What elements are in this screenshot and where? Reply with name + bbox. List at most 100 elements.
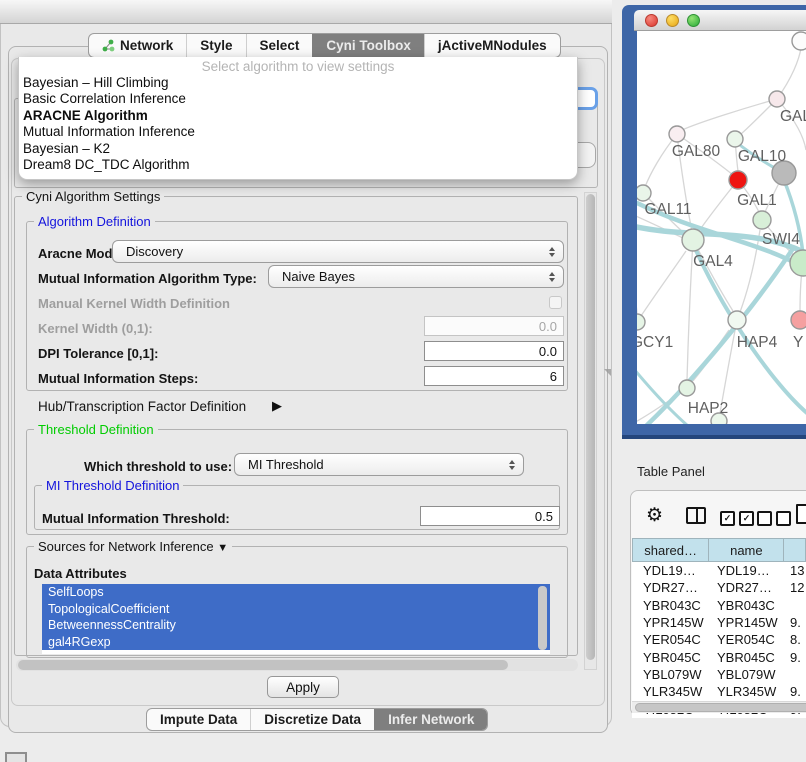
table-header-cell[interactable] (784, 538, 806, 562)
network-edge[interactable] (693, 240, 733, 311)
hub-section-label: Hub/Transcription Factor Definition (38, 399, 246, 414)
network-edge[interactable] (645, 134, 677, 187)
data-attributes-list[interactable]: SelfLoopsTopologicalCoefficientBetweenne… (42, 584, 550, 654)
algorithm-option[interactable]: Bayesian – Hill Climbing (19, 75, 577, 91)
mi-steps-field[interactable]: 6 (424, 366, 564, 386)
collapsed-panel-button[interactable] (5, 752, 27, 762)
table-cell: YDR27… (632, 579, 709, 596)
aracne-mode-combo[interactable]: Discovery (112, 240, 564, 263)
apply-label: Apply (286, 680, 320, 695)
network-node-y[interactable] (791, 311, 806, 329)
mi-type-label: Mutual Information Algorithm Type: (38, 271, 257, 286)
deselect-all-checkboxes-icon[interactable] (757, 511, 791, 526)
settings-horizontal-scrollbar-thumb[interactable] (18, 660, 508, 670)
network-edge[interactable] (637, 251, 686, 322)
algorithm-option[interactable]: ARACNE Algorithm (19, 108, 577, 124)
node-label-gcy1: GCY1 (637, 334, 673, 351)
table-row[interactable]: YBR043CYBR043C (632, 597, 806, 614)
network-edge-highlighted[interactable] (694, 246, 806, 414)
network-canvas[interactable]: GALGAL80GAL10GAL1GAL11SWI4GAL4GCY1HAP4YH… (637, 31, 806, 424)
network-tab-icon (102, 39, 115, 52)
mi-type-combo[interactable]: Naive Bayes (268, 265, 564, 288)
network-node-gal11[interactable] (637, 185, 651, 201)
network-node-gal[interactable] (769, 91, 785, 107)
table-cell: 8. (785, 631, 806, 648)
network-window-titlebar[interactable] (634, 10, 806, 31)
network-node-gal80[interactable] (669, 126, 685, 142)
document-icon[interactable] (796, 504, 806, 524)
panel-resize-handle[interactable] (604, 369, 611, 376)
node-label-gal11: GAL11 (644, 201, 691, 218)
table-cell: YBR043C (632, 597, 709, 614)
algorithm-option[interactable]: Bayesian – K2 (19, 141, 577, 157)
table-header-cell[interactable]: shared… (632, 538, 709, 562)
algorithm-option[interactable]: Basic Correlation Inference (19, 91, 577, 107)
network-node[interactable] (792, 32, 806, 50)
mi-threshold-value: 0.5 (535, 509, 553, 524)
tab-infer-network[interactable]: Infer Network (374, 709, 487, 730)
network-node-gcy1[interactable] (637, 314, 645, 330)
table-row[interactable]: YDL19…YDL19…13 (632, 562, 806, 579)
network-node-gal4[interactable] (682, 229, 704, 251)
combo-arrows-icon (549, 272, 555, 282)
table-panel-title: Table Panel (637, 464, 705, 479)
gear-icon[interactable]: ⚙ (646, 504, 663, 527)
attribute-list-item[interactable]: TopologicalCoefficient (42, 601, 550, 618)
expand-right-icon[interactable]: ▶ (272, 398, 282, 414)
manual-kernel-checkbox[interactable] (549, 296, 562, 309)
which-threshold-combo[interactable]: MI Threshold (234, 453, 524, 476)
network-edge[interactable] (682, 99, 777, 130)
manual-kernel-label: Manual Kernel Width Definition (38, 296, 230, 311)
select-all-checkboxes-icon[interactable]: ✓ ✓ (720, 511, 754, 526)
settings-vertical-scrollbar-thumb[interactable] (586, 194, 595, 660)
mi-threshold-field[interactable]: 0.5 (420, 506, 560, 526)
apply-button[interactable]: Apply (267, 676, 339, 698)
mi-steps-value: 6 (550, 369, 557, 384)
algorithm-option[interactable]: Mutual Information Inference (19, 124, 577, 140)
network-node-gal1[interactable] (729, 171, 747, 189)
split-columns-icon[interactable] (686, 507, 706, 524)
algorithm-option[interactable]: Dream8 DC_TDC Algorithm (19, 157, 577, 173)
zoom-traffic-light[interactable] (687, 14, 700, 27)
tab-jactivemnodules[interactable]: jActiveMNodules (424, 34, 560, 57)
control-panel-titlebar[interactable] (0, 0, 612, 24)
attributes-list-scrollbar-thumb[interactable] (538, 586, 547, 650)
attribute-list-item[interactable]: gal4RGexp (42, 634, 550, 651)
dpi-tolerance-field[interactable]: 0.0 (424, 341, 564, 361)
tab-style[interactable]: Style (186, 34, 245, 57)
minimize-traffic-light[interactable] (666, 14, 679, 27)
network-node-hap4[interactable] (728, 311, 746, 329)
table-cell: YBL079W (632, 666, 709, 683)
table-header-cell[interactable]: name (709, 538, 784, 562)
unchecked-box-icon (776, 511, 791, 526)
network-node-gal10[interactable] (727, 131, 743, 147)
kernel-width-value: 0.0 (539, 319, 557, 334)
table-row[interactable]: YDR27…YDR27…12 (632, 579, 806, 596)
table-row[interactable]: YBR045CYBR045C9. (632, 648, 806, 665)
collapse-down-icon[interactable]: ▼ (217, 542, 228, 554)
table-row[interactable]: YBL079WYBL079W (632, 666, 806, 683)
network-edge[interactable] (687, 240, 693, 380)
network-node-swi4[interactable] (753, 211, 771, 229)
tab-impute-data[interactable]: Impute Data (147, 709, 250, 730)
checked-box-icon: ✓ (720, 511, 735, 526)
network-node-hap2[interactable] (679, 380, 695, 396)
attribute-list-item[interactable]: BetweennessCentrality (42, 617, 550, 634)
close-traffic-light[interactable] (645, 14, 658, 27)
tab-label: Network (120, 38, 173, 53)
tab-select[interactable]: Select (246, 34, 313, 57)
threshold-definition-title: Threshold Definition (34, 422, 158, 437)
table-cell (785, 597, 806, 614)
which-threshold-value: MI Threshold (248, 457, 324, 472)
tab-cyni-toolbox[interactable]: Cyni Toolbox (312, 34, 424, 57)
table-row[interactable]: YER054CYER054C8. (632, 631, 806, 648)
attribute-list-item[interactable]: SelfLoops (42, 584, 550, 601)
tab-network[interactable]: Network (89, 34, 186, 57)
tab-discretize-data[interactable]: Discretize Data (250, 709, 374, 730)
table-row[interactable]: YPR145WYPR145W9. (632, 614, 806, 631)
table-horizontal-scrollbar-thumb[interactable] (635, 703, 806, 712)
kernel-width-label: Kernel Width (0,1): (38, 321, 153, 336)
table-row[interactable]: YLR345WYLR345W9. (632, 683, 806, 700)
node-label-swi4: SWI4 (762, 231, 800, 248)
tab-label: Cyni Toolbox (326, 38, 411, 53)
